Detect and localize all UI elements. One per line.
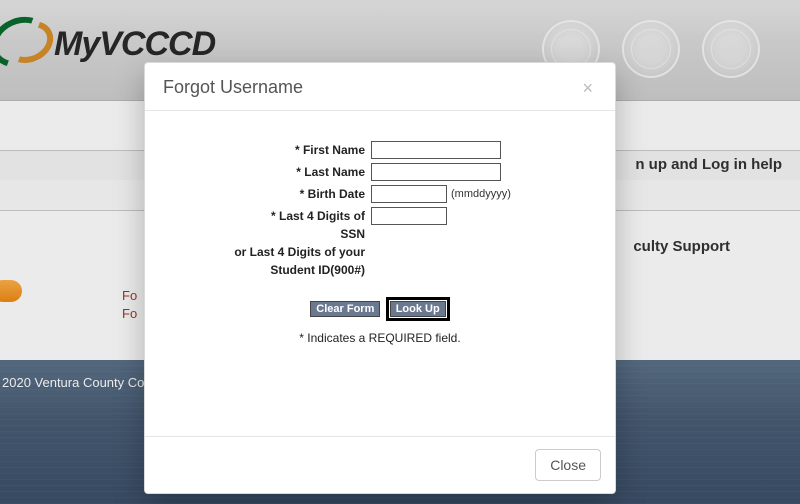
ssn-label-line: Student ID(900#)	[165, 261, 365, 279]
forgot-username-modal: Forgot Username × * First Name * Last Na…	[144, 62, 616, 494]
ssn-label: * Last 4 Digits of SSN or Last 4 Digits …	[165, 207, 371, 279]
first-name-label: * First Name	[165, 141, 371, 159]
birth-date-hint: (mmddyyyy)	[451, 188, 511, 200]
ssn-input[interactable]	[371, 207, 447, 225]
birth-date-label: * Birth Date	[165, 185, 371, 203]
modal-header: Forgot Username ×	[145, 63, 615, 111]
close-button[interactable]: Close	[535, 449, 601, 481]
modal-close-x-button[interactable]: ×	[578, 79, 597, 97]
form-button-row: Clear Form Look Up	[165, 297, 595, 321]
birth-date-input[interactable]	[371, 185, 447, 203]
modal-body: * First Name * Last Name * Birth Date (m…	[145, 111, 615, 436]
modal-footer: Close	[145, 436, 615, 493]
ssn-label-line: or Last 4 Digits of your	[165, 243, 365, 261]
first-name-input[interactable]	[371, 141, 501, 159]
lookup-highlight-box: Look Up	[386, 297, 450, 321]
modal-title: Forgot Username	[163, 77, 303, 98]
ssn-label-line: * Last 4 Digits of	[165, 207, 365, 225]
look-up-button[interactable]: Look Up	[390, 301, 446, 317]
clear-form-button[interactable]: Clear Form	[310, 301, 380, 317]
last-name-input[interactable]	[371, 163, 501, 181]
last-name-label: * Last Name	[165, 163, 371, 181]
required-field-note: * Indicates a REQUIRED field.	[165, 331, 595, 345]
ssn-label-line: SSN	[165, 225, 365, 243]
